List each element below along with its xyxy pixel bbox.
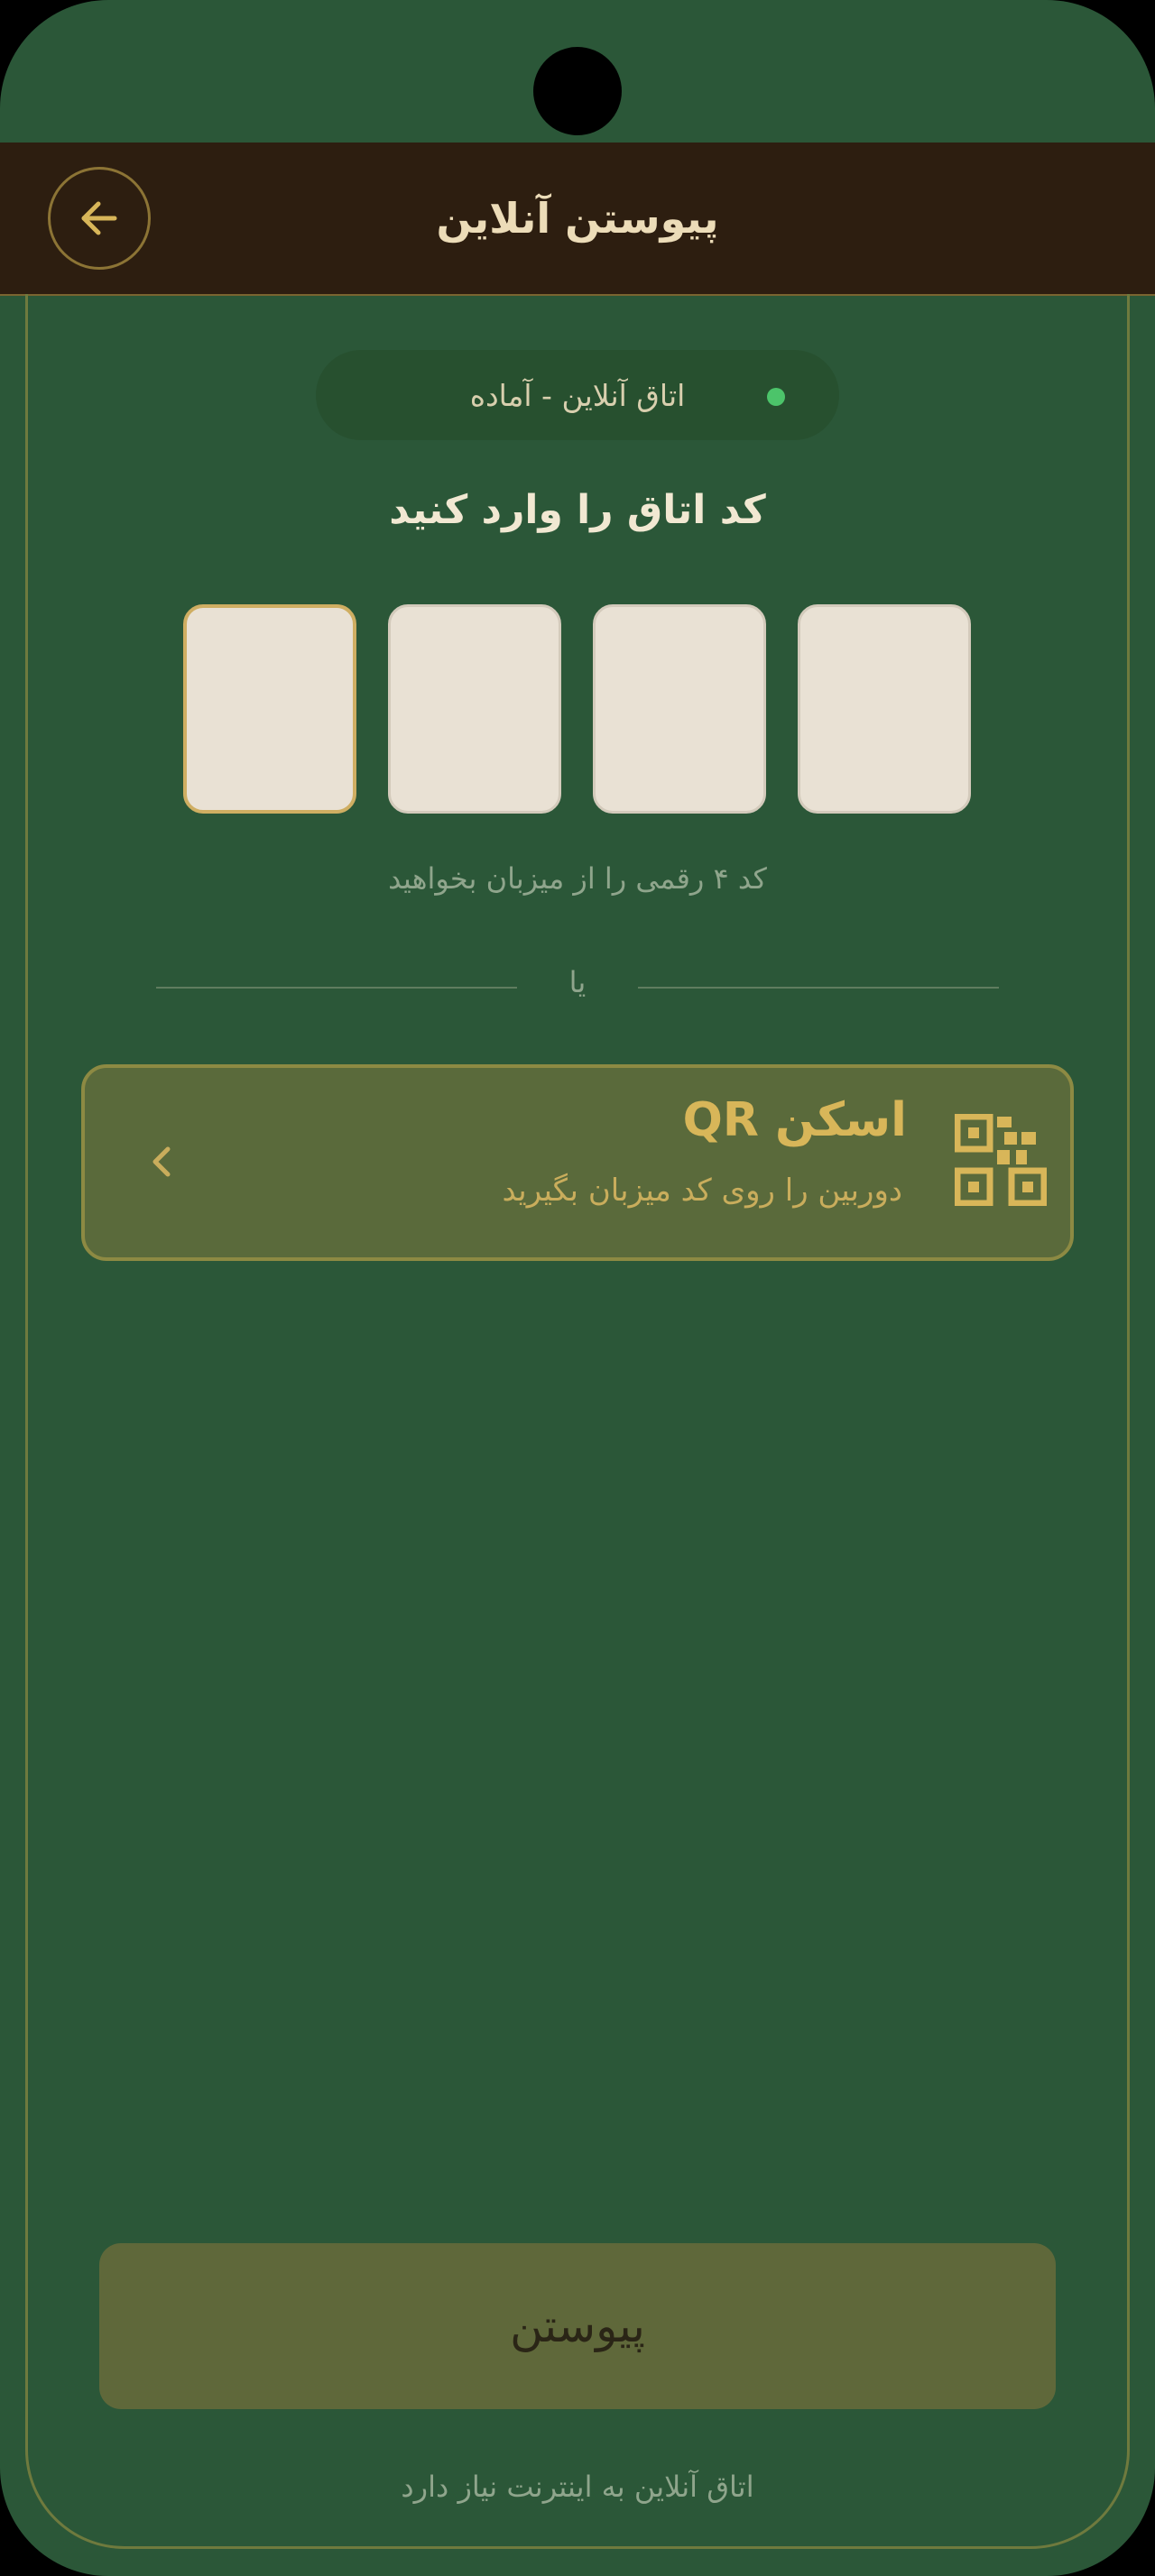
page-title: پیوستن آنلاین: [436, 194, 719, 243]
camera-cutout: [533, 47, 622, 135]
back-button[interactable]: [48, 167, 151, 270]
status-dot: [767, 388, 785, 406]
code-prompt-title: کد اتاق را وارد کنید: [389, 487, 766, 533]
code-digit-input-3[interactable]: [388, 604, 561, 814]
qr-code-icon: [955, 1114, 1047, 1206]
code-digit-input-4[interactable]: [183, 604, 356, 814]
chevron-left-icon: [152, 1146, 171, 1177]
scan-qr-subtitle: دوربین را روی کد میزبان بگیرید: [502, 1173, 902, 1209]
code-hint: کد ۴ رقمی را از میزبان بخواهید: [388, 861, 767, 896]
divider-line-right: [638, 987, 999, 989]
app-header: پیوستن آنلاین: [0, 143, 1155, 296]
status-text: اتاق آنلاین - آماده: [469, 377, 686, 413]
join-button[interactable]: پیوستن: [99, 2243, 1056, 2409]
code-digit-input-2[interactable]: [593, 604, 766, 814]
code-digit-input-1[interactable]: [798, 604, 971, 814]
phone-screen: پیوستن آنلاین اتاق آنلاین - آماده کد اتا…: [0, 0, 1155, 2576]
arrow-left-icon: [81, 201, 117, 235]
scan-qr-title: اسکن QR: [682, 1093, 907, 1147]
divider-label: یا: [568, 965, 587, 999]
divider-line-left: [156, 987, 517, 989]
internet-required-note: اتاق آنلاین به اینترنت نیاز دارد: [401, 2470, 754, 2504]
